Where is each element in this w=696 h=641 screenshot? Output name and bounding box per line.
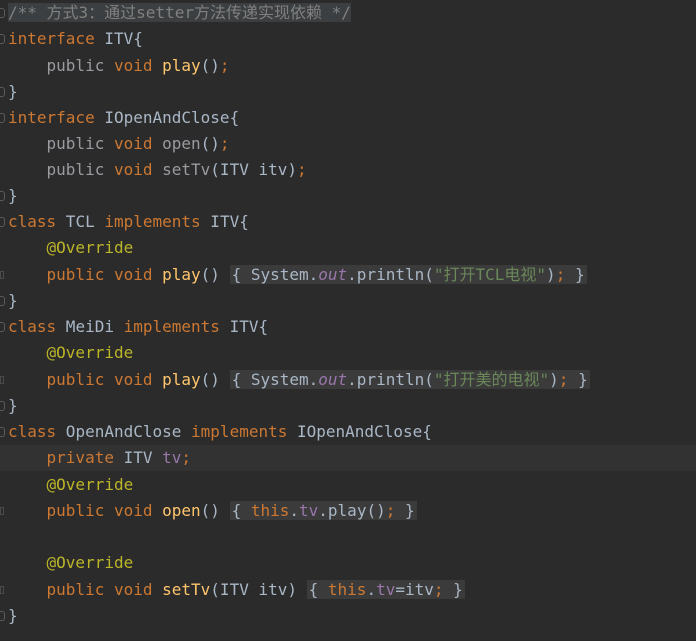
type-name: MeiDi bbox=[56, 317, 124, 336]
fold-end-icon[interactable] bbox=[0, 401, 5, 411]
folded-region[interactable]: { this.tv.play(); } bbox=[229, 501, 417, 520]
fold-marker-icon[interactable] bbox=[0, 8, 5, 18]
type-name: IOpenAndClose bbox=[94, 108, 230, 127]
fold-marker-icon[interactable] bbox=[0, 427, 5, 437]
annotation: @Override bbox=[46, 238, 134, 257]
fold-collapsed-icon[interactable] bbox=[0, 507, 4, 515]
annotation: @Override bbox=[46, 343, 134, 362]
fold-end-icon[interactable] bbox=[0, 87, 5, 97]
folded-region[interactable]: { this.tv=itv; } bbox=[306, 580, 465, 599]
keyword: interface bbox=[8, 108, 95, 127]
code-line-12[interactable]: } bbox=[0, 288, 696, 314]
brace: } bbox=[8, 82, 18, 101]
code-line-11[interactable]: public void play() { System.out.println(… bbox=[0, 262, 696, 288]
code-line-8[interactable]: } bbox=[0, 183, 696, 209]
method-name: play bbox=[162, 370, 201, 389]
keyword: interface bbox=[8, 29, 95, 48]
fold-end-icon[interactable] bbox=[0, 296, 5, 306]
code-line-21[interactable] bbox=[0, 524, 696, 550]
method-name: open bbox=[162, 501, 201, 520]
code-line-13[interactable]: class MeiDi implements ITV{ bbox=[0, 314, 696, 340]
fold-collapsed-icon[interactable] bbox=[0, 376, 4, 384]
field-name: tv bbox=[162, 448, 182, 467]
fold-marker-icon[interactable] bbox=[0, 113, 5, 123]
string-literal: "打开TCL电视" bbox=[433, 265, 547, 284]
code-line-4[interactable]: } bbox=[0, 79, 696, 105]
brace: { bbox=[133, 29, 143, 48]
code-line-2[interactable]: interface ITV{ bbox=[0, 26, 696, 52]
fold-end-icon[interactable] bbox=[0, 611, 5, 621]
code-line-22[interactable]: @Override bbox=[0, 550, 696, 576]
code-line-19[interactable]: @Override bbox=[0, 472, 696, 498]
folded-region[interactable]: { System.out.println("打开美的电视"); } bbox=[229, 370, 590, 389]
fold-marker-icon[interactable] bbox=[0, 34, 5, 44]
code-line-24[interactable]: } bbox=[0, 603, 696, 629]
fold-marker-icon[interactable] bbox=[0, 217, 5, 227]
method-name: play bbox=[162, 56, 201, 75]
code-line-10[interactable]: @Override bbox=[0, 235, 696, 261]
code-line-3[interactable]: public void play(); bbox=[0, 53, 696, 79]
fold-collapsed-icon[interactable] bbox=[0, 271, 4, 279]
type-name: TCL bbox=[56, 212, 105, 231]
type-name: OpenAndClose bbox=[56, 422, 192, 441]
code-line-5[interactable]: interface IOpenAndClose{ bbox=[0, 105, 696, 131]
fold-collapsed-icon[interactable] bbox=[0, 586, 4, 594]
method-name: play bbox=[162, 265, 201, 284]
type-name: ITV bbox=[94, 29, 134, 48]
code-editor[interactable]: /** 方式3：通过setter方法传递实现依赖 */ interface IT… bbox=[0, 0, 696, 641]
keyword: void bbox=[104, 56, 163, 75]
code-line-6[interactable]: public void open(); bbox=[0, 131, 696, 157]
doc-comment: /** 方式3：通过setter方法传递实现依赖 */ bbox=[8, 3, 351, 22]
annotation: @Override bbox=[46, 475, 134, 494]
code-line-20[interactable]: public void open() { this.tv.play(); } bbox=[0, 498, 696, 524]
code-line-18[interactable]: private ITV tv; bbox=[0, 445, 696, 471]
fold-marker-icon[interactable] bbox=[0, 322, 5, 332]
code-line-16[interactable]: } bbox=[0, 393, 696, 419]
code-line-14[interactable]: @Override bbox=[0, 340, 696, 366]
folded-region[interactable]: { System.out.println("打开TCL电视"); } bbox=[229, 265, 587, 284]
code-line-17[interactable]: class OpenAndClose implements IOpenAndCl… bbox=[0, 419, 696, 445]
annotation: @Override bbox=[46, 553, 134, 572]
code-line-7[interactable]: public void setTv(ITV itv); bbox=[0, 157, 696, 183]
method-name: setTv bbox=[162, 160, 211, 179]
code-line-9[interactable]: class TCL implements ITV{ bbox=[0, 209, 696, 235]
fold-end-icon[interactable] bbox=[0, 191, 5, 201]
code-line-1[interactable]: /** 方式3：通过setter方法传递实现依赖 */ bbox=[0, 0, 696, 26]
string-literal: "打开美的电视" bbox=[433, 370, 550, 389]
modifier: public bbox=[46, 56, 105, 75]
code-line-15[interactable]: public void play() { System.out.println(… bbox=[0, 367, 696, 393]
fold-gutter bbox=[0, 0, 7, 26]
method-name: open bbox=[162, 134, 201, 153]
method-name: setTv bbox=[162, 580, 211, 599]
code-line-23[interactable]: public void setTv(ITV itv) { this.tv=itv… bbox=[0, 577, 696, 603]
